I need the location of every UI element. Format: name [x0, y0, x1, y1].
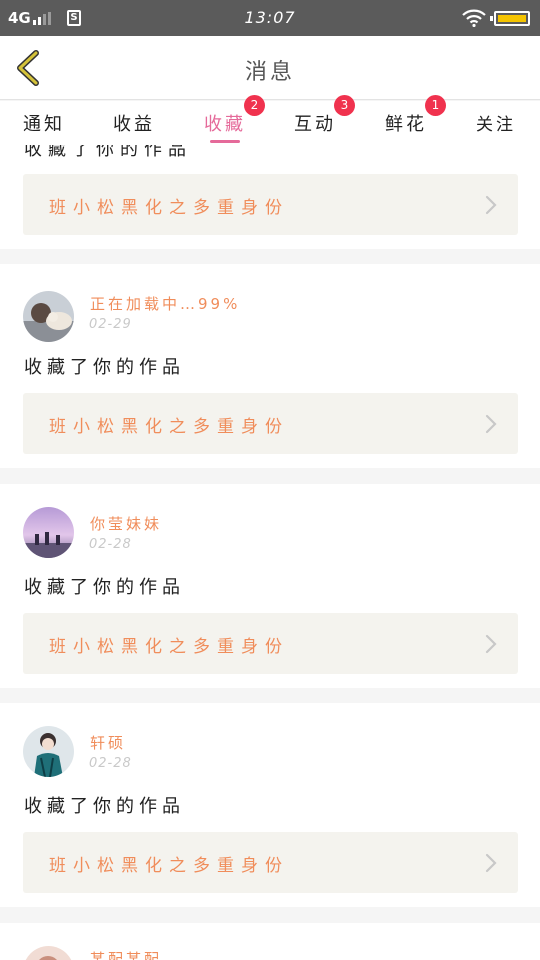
back-button[interactable]: [10, 48, 50, 88]
tab-interactions[interactable]: 互动 3: [275, 95, 355, 145]
action-text: 收藏了你的作品: [24, 145, 192, 160]
tab-favorites[interactable]: 收藏 2: [185, 95, 265, 145]
list-item: 你莹妹妹 02-28 收藏了你的作品 班小松黑化之多重身份: [0, 484, 540, 688]
avatar[interactable]: [23, 946, 74, 960]
list-item: 轩硕 02-28 收藏了你的作品 班小松黑化之多重身份: [0, 703, 540, 907]
chevron-right-icon: [485, 195, 497, 215]
chevron-right-icon: [485, 634, 497, 654]
tab-badge: 2: [244, 95, 265, 116]
wifi-icon: [462, 9, 486, 27]
tab-label: 收益: [113, 114, 155, 135]
work-title: 班小松黑化之多重身份: [49, 417, 289, 437]
tab-label: 通知: [23, 114, 65, 135]
work-title: 班小松黑化之多重身份: [49, 637, 289, 657]
user-name[interactable]: 轩硕: [90, 732, 126, 753]
header-bar: 消息: [0, 36, 540, 100]
work-title: 班小松黑化之多重身份: [49, 856, 289, 876]
tab-notifications[interactable]: 通知: [4, 101, 84, 145]
tab-earnings[interactable]: 收益: [94, 101, 174, 145]
user-name[interactable]: 你莹妹妹: [90, 513, 162, 534]
list-item: 正在加载中…99% 02-29 收藏了你的作品 班小松黑化之多重身份: [0, 264, 540, 468]
post-date: 02-28: [89, 537, 132, 552]
tab-label: 关注: [476, 115, 516, 135]
user-name[interactable]: 正在加载中…99%: [90, 293, 240, 314]
tab-flowers[interactable]: 鲜花 1: [366, 95, 446, 145]
list-item: 某配某配: [0, 923, 540, 960]
user-name[interactable]: 某配某配: [90, 948, 162, 960]
chevron-right-icon: [485, 414, 497, 434]
avatar[interactable]: [23, 726, 74, 777]
action-text: 收藏了你的作品: [24, 577, 185, 598]
chevron-right-icon: [485, 853, 497, 873]
work-link[interactable]: 班小松黑化之多重身份: [23, 832, 518, 893]
tab-label: 互动: [294, 114, 336, 135]
post-date: 02-29: [89, 317, 132, 332]
status-bar: 4G S 13:07: [0, 0, 540, 36]
battery-icon: [490, 11, 530, 26]
tab-underline: [210, 140, 240, 143]
tab-badge: 1: [425, 95, 446, 116]
avatar[interactable]: [23, 507, 74, 558]
list-item: 收藏了你的作品 班小松黑化之多重身份: [0, 145, 540, 249]
status-time: 13:07: [244, 8, 296, 27]
tab-badge: 3: [334, 95, 355, 116]
tab-following[interactable]: 关注: [456, 101, 536, 145]
chevron-left-icon: [17, 50, 39, 86]
tab-label: 鲜花: [385, 114, 427, 135]
message-feed[interactable]: 收藏了你的作品 班小松黑化之多重身份 正在加载中…99% 02-29 收藏了你的…: [0, 145, 540, 960]
page-title: 消息: [244, 60, 295, 85]
tab-label: 收藏: [204, 114, 246, 135]
post-date: 02-28: [89, 756, 132, 771]
action-text: 收藏了你的作品: [24, 796, 185, 817]
work-title: 班小松黑化之多重身份: [49, 198, 289, 218]
tab-bar: 通知 收益 收藏 2 互动 3 鲜花 1 关注: [0, 95, 540, 145]
work-link[interactable]: 班小松黑化之多重身份: [23, 613, 518, 674]
action-text: 收藏了你的作品: [24, 357, 185, 378]
avatar[interactable]: [23, 291, 74, 342]
work-link[interactable]: 班小松黑化之多重身份: [23, 174, 518, 235]
work-link[interactable]: 班小松黑化之多重身份: [23, 393, 518, 454]
